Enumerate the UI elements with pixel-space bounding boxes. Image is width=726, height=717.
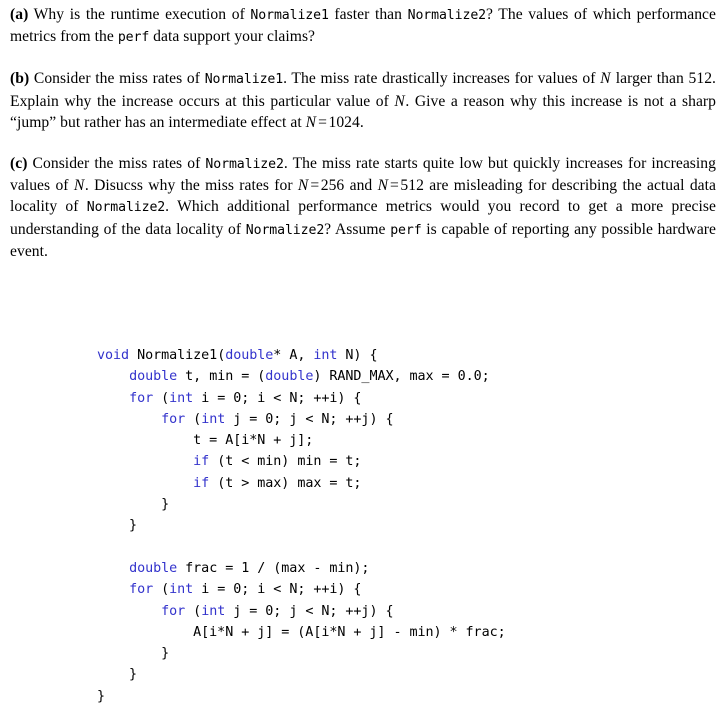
inline-code: perf — [390, 222, 422, 238]
code-text: A[i*N + j] = (A[i*N + j] - min) * frac; — [97, 624, 506, 640]
inline-code: Normalize1 — [250, 8, 329, 23]
code-line: A[i*N + j] = (A[i*N + j] - min) * frac; — [97, 622, 506, 643]
code-keyword: int — [201, 411, 226, 427]
code-text: } — [97, 646, 170, 662]
math-symbol: N — [73, 177, 85, 195]
math-symbol: 512 — [400, 177, 424, 195]
code-text: * A, — [273, 348, 314, 363]
math-symbol: N — [600, 70, 611, 88]
questions-container: (a) Why is the runtime execution of Norm… — [10, 4, 716, 262]
code-keyword: double — [129, 369, 178, 385]
code-text: t = A[i*N + j]; — [97, 433, 314, 449]
code-text: i = 0; i < N; ++i) { — [193, 390, 362, 406]
code-keyword: for — [129, 390, 154, 406]
math-symbol: 1024 — [328, 113, 360, 131]
inline-code: Normalize2 — [205, 157, 284, 173]
code-line: double t, min = (double) RAND_MAX, max =… — [97, 366, 506, 387]
code-text: j = 0; j < N; ++j) { — [225, 411, 394, 427]
inline-code: Normalize2 — [407, 8, 487, 23]
inline-code: Normalize2 — [245, 222, 325, 238]
code-keyword: if — [193, 475, 210, 491]
code-keyword: double — [265, 369, 314, 385]
question-c: (c) Consider the miss rates of Normalize… — [10, 155, 717, 260]
code-line: for (int i = 0; i < N; ++i) { — [97, 388, 506, 409]
code-text: ) RAND_MAX, max = 0.0; — [313, 369, 490, 385]
code-keyword: int — [201, 603, 226, 619]
question-label: (c) — [10, 155, 28, 173]
code-keyword: double — [225, 348, 274, 363]
code-line: } — [97, 686, 506, 707]
code-line: } — [97, 494, 506, 515]
math-symbol: N — [394, 92, 405, 110]
code-keyword: void — [97, 348, 130, 363]
math-symbol: = — [390, 177, 399, 195]
question-label: (a) — [10, 6, 29, 23]
code-line: for (int j = 0; j < N; ++j) { — [97, 409, 506, 430]
math-symbol: = — [318, 113, 327, 131]
inline-code: Normalize2 — [86, 200, 166, 216]
code-keyword: double — [129, 560, 178, 576]
code-keyword: int — [169, 582, 194, 598]
code-line: void Normalize1(double* A, int N) { — [97, 345, 506, 366]
code-text: Normalize1( — [129, 348, 226, 363]
code-text: } — [97, 497, 170, 513]
code-keyword: int — [169, 390, 194, 406]
code-line: for (int i = 0; i < N; ++i) { — [97, 579, 506, 600]
code-text: j = 0; j < N; ++j) { — [225, 603, 394, 619]
code-line: for (int j = 0; j < N; ++j) { — [97, 601, 506, 622]
code-text: (t > max) max = t; — [209, 475, 362, 491]
code-line: } — [97, 664, 506, 685]
document-page: (a) Why is the runtime execution of Norm… — [0, 0, 726, 717]
code-text: } — [97, 688, 106, 704]
code-line: } — [97, 515, 506, 536]
inline-code: perf — [117, 30, 150, 46]
code-text: N) { — [337, 348, 378, 363]
code-text: t, min = ( — [177, 369, 266, 385]
code-text: i = 0; i < N; ++i) { — [193, 582, 362, 598]
code-text: ( — [185, 603, 202, 619]
math-symbol: 256 — [320, 177, 345, 195]
code-keyword: for — [129, 582, 154, 598]
code-keyword: if — [193, 454, 210, 470]
math-symbol: N — [297, 177, 309, 195]
math-symbol: = — [310, 177, 320, 195]
code-text: frac = 1 / (max - min); — [177, 560, 370, 576]
question-label: (b) — [10, 70, 30, 88]
code-text: } — [97, 518, 138, 534]
code-text: ( — [185, 411, 202, 427]
code-line: if (t > max) max = t; — [97, 473, 506, 494]
code-text: ( — [153, 582, 170, 598]
code-line: } — [97, 643, 506, 664]
question-b: (b) Consider the miss rates of Normalize… — [10, 70, 717, 131]
code-keyword: for — [161, 411, 186, 427]
question-a: (a) Why is the runtime execution of Norm… — [10, 6, 717, 46]
code-text: ( — [153, 390, 170, 406]
math-symbol: N — [305, 113, 317, 131]
math-symbol: N — [377, 177, 389, 195]
code-line: if (t < min) min = t; — [97, 451, 506, 472]
code-text: (t < min) min = t; — [209, 454, 362, 470]
code-text: } — [97, 667, 138, 683]
code-listing-normalize1: void Normalize1(double* A, int N) { doub… — [97, 345, 506, 707]
inline-code: Normalize1 — [204, 72, 284, 88]
code-line: double frac = 1 / (max - min); — [97, 558, 506, 579]
code-keyword: int — [313, 348, 338, 363]
code-line: t = A[i*N + j]; — [97, 430, 506, 451]
code-keyword: for — [161, 603, 186, 619]
